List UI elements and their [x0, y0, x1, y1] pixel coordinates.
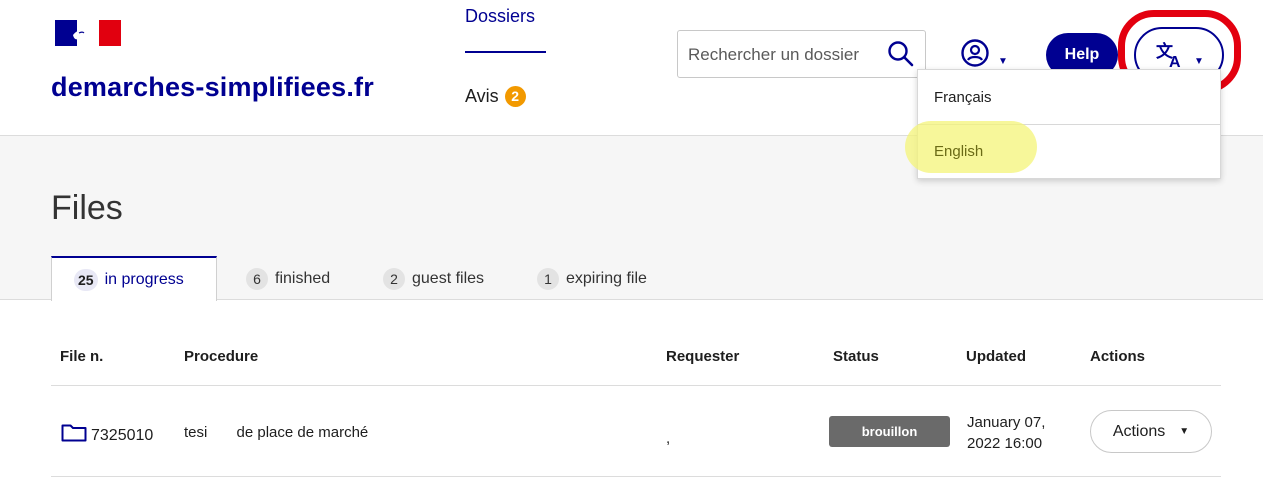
folder-icon	[61, 424, 87, 442]
column-header-procedure: Procedure	[184, 348, 259, 365]
tab-label: in progress	[104, 270, 184, 288]
tab-label: guest files	[412, 269, 485, 287]
column-header-actions: Actions	[1090, 348, 1146, 365]
column-header-requester: Requester	[666, 348, 740, 365]
file-number-link[interactable]: 7325010	[91, 427, 153, 445]
tab-count-badge: 6	[246, 267, 268, 290]
search-box	[677, 30, 926, 78]
user-menu-button[interactable]: ▼	[960, 38, 1010, 70]
caret-down-icon: ▼	[1194, 56, 1204, 67]
language-dropdown: Français	[917, 69, 1221, 179]
search-input[interactable]	[688, 43, 883, 67]
site-name-link[interactable]: demarches-simplifiees.fr	[51, 72, 374, 103]
language-option-english-label[interactable]: English	[934, 143, 983, 160]
column-header-status: Status	[833, 348, 879, 365]
tab-label: finished	[275, 269, 331, 287]
tab-label: expiring file	[566, 269, 647, 287]
page-title: Files	[51, 189, 123, 227]
table-divider	[51, 476, 1221, 477]
requester-name: ,	[666, 430, 671, 447]
svg-text:A: A	[1169, 54, 1181, 69]
column-header-updated: Updated	[966, 348, 1026, 365]
avis-count-badge: 2	[504, 86, 526, 107]
translate-icon: 文 A	[1156, 41, 1181, 69]
marianne-flag-icon[interactable]	[55, 20, 121, 46]
tab-count-badge: 2	[383, 267, 405, 290]
procedure-name[interactable]: tesi de place de marché	[184, 424, 368, 441]
tab-in-progress[interactable]: 25 in progress	[51, 256, 217, 301]
user-account-icon	[961, 39, 989, 67]
caret-down-icon: ▼	[1179, 426, 1190, 437]
table-divider	[51, 385, 1221, 386]
tab-finished[interactable]: 6 finished	[224, 256, 352, 301]
actions-dropdown-button[interactable]: Actions ▼	[1090, 410, 1212, 453]
tab-guest-files[interactable]: 2 guest files	[361, 256, 506, 301]
updated-time-line: 2022 16:00	[967, 435, 1043, 452]
tab-expiring-file[interactable]: 1 expiring file	[515, 256, 669, 301]
actions-label: Actions	[1112, 422, 1166, 440]
nav-avis[interactable]: Avis 2	[465, 86, 526, 107]
tab-count-badge: 25	[74, 268, 98, 291]
search-icon[interactable]	[887, 40, 915, 68]
nav-active-indicator	[465, 51, 546, 53]
tab-count-badge: 1	[537, 267, 559, 290]
nav-dossiers[interactable]: Dossiers	[465, 6, 535, 27]
nav-avis-label: Avis	[465, 86, 499, 106]
language-option-francais[interactable]: Français	[918, 71, 1220, 125]
updated-date-line: January 07,	[967, 414, 1046, 431]
status-badge: brouillon	[829, 416, 950, 447]
updated-date: January 07, 2022 16:00	[967, 412, 1045, 454]
caret-down-icon: ▼	[998, 56, 1008, 67]
column-header-file-number: File n.	[60, 348, 104, 365]
